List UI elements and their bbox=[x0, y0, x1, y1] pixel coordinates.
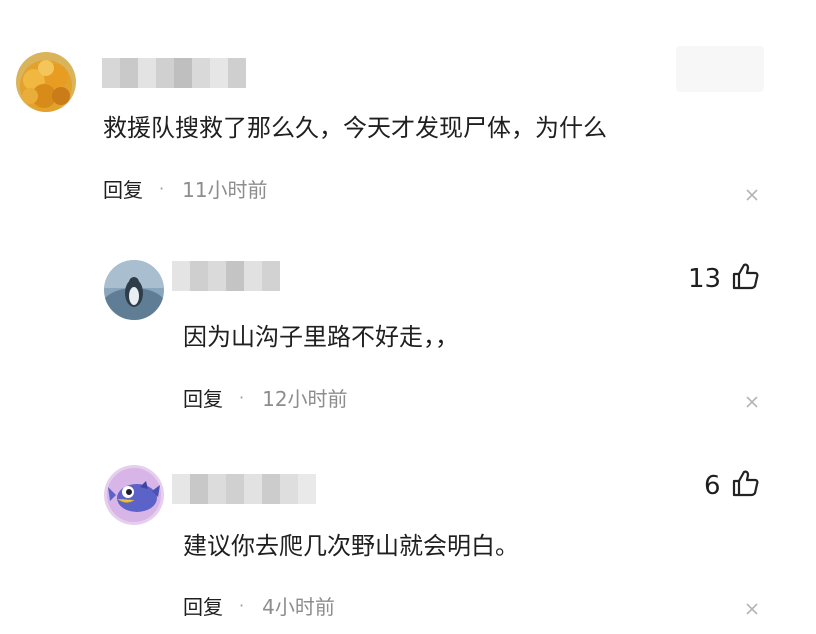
like-count: 13 bbox=[688, 262, 759, 296]
avatar[interactable] bbox=[104, 260, 164, 320]
comment-text: 建议你去爬几次野山就会明白。 bbox=[183, 532, 519, 560]
username-blurred[interactable] bbox=[172, 261, 280, 291]
close-icon[interactable] bbox=[745, 601, 759, 615]
like-number: 6 bbox=[704, 471, 721, 501]
timestamp: 4小时前 bbox=[262, 594, 335, 619]
separator-dot: · bbox=[239, 595, 245, 615]
comment-meta: 回复 · 12小时前 bbox=[183, 383, 348, 412]
username-blurred[interactable] bbox=[102, 58, 246, 88]
like-count: 6 bbox=[704, 469, 759, 503]
avatar[interactable] bbox=[104, 465, 164, 525]
blurred-area bbox=[676, 46, 764, 92]
username-blurred[interactable] bbox=[172, 474, 316, 504]
thumbs-up-icon[interactable] bbox=[731, 469, 759, 504]
close-icon[interactable] bbox=[745, 187, 759, 201]
comment-text: 救援队搜救了那么久，今天才发现尸体，为什么 bbox=[103, 114, 607, 142]
separator-dot: · bbox=[239, 387, 245, 407]
thumbs-up-icon[interactable] bbox=[731, 262, 759, 297]
separator-dot: · bbox=[159, 178, 165, 198]
timestamp: 11小时前 bbox=[182, 177, 268, 202]
reply-button[interactable]: 回复 bbox=[183, 383, 223, 412]
avatar[interactable] bbox=[16, 52, 76, 112]
comment-meta: 回复 · 4小时前 bbox=[183, 591, 335, 620]
close-icon[interactable] bbox=[745, 394, 759, 408]
comment-meta: 回复 · 11小时前 bbox=[103, 174, 268, 203]
reply-button[interactable]: 回复 bbox=[183, 591, 223, 620]
timestamp: 12小时前 bbox=[262, 386, 348, 411]
comment-item: 救援队搜救了那么久，今天才发现尸体，为什么 回复 · 11小时前 bbox=[0, 0, 816, 220]
comment-text: 因为山沟子里路不好走，， bbox=[183, 323, 459, 351]
like-number: 13 bbox=[688, 264, 722, 294]
reply-button[interactable]: 回复 bbox=[103, 174, 143, 203]
